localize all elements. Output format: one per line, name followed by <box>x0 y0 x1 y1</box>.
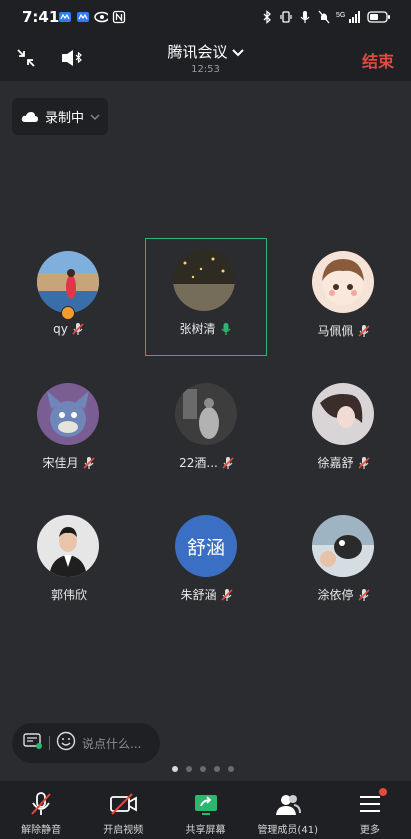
avatar <box>173 249 235 311</box>
page-dot[interactable] <box>214 766 220 772</box>
mic-muted-icon <box>357 456 371 470</box>
battery-icon <box>367 10 391 24</box>
mic-muted-icon <box>71 322 85 336</box>
members-icon <box>274 791 302 817</box>
manage-members-button[interactable]: 管理成员(41) <box>247 781 329 839</box>
unmute-button[interactable]: 解除静音 <box>0 781 82 839</box>
share-screen-icon <box>192 791 220 817</box>
video-off-icon <box>109 791 138 817</box>
participant-name: 张树清 <box>179 322 216 336</box>
emoji-icon[interactable] <box>56 731 76 755</box>
mic-muted-icon <box>220 588 234 602</box>
meeting-header: 腾讯会议 12:53 结束 <box>0 36 411 81</box>
participant-name: 22酒... <box>179 456 218 470</box>
participant-name: 徐嘉舒 <box>317 456 354 470</box>
participant-name-row: 22酒... <box>147 454 267 471</box>
vibrate-icon <box>279 10 293 24</box>
status-time: 7:41 <box>22 8 60 26</box>
svg-text:5G: 5G <box>336 12 345 19</box>
manage-members-label: 管理成员(41) <box>257 825 318 836</box>
bluetooth-icon <box>260 10 274 24</box>
start-video-label: 开启视频 <box>103 825 144 836</box>
avatar <box>37 515 99 577</box>
status-right-icons: 5G <box>260 10 391 24</box>
mic-off-icon <box>27 791 55 817</box>
signal-icon: 5G <box>336 10 362 24</box>
avatar <box>37 383 99 445</box>
avatar: 舒涵 <box>175 515 237 577</box>
mic-muted-icon <box>82 456 96 470</box>
participant-name: 涂依停 <box>317 588 354 602</box>
meeting-app-icon <box>76 10 90 24</box>
participant-name-row: 郭伟欣 <box>9 586 129 603</box>
share-screen-label: 共享屏幕 <box>185 825 226 836</box>
page-dot[interactable] <box>200 766 206 772</box>
avatar <box>175 383 237 445</box>
participant-name: 郭伟欣 <box>50 588 87 602</box>
more-button[interactable]: 更多 <box>329 781 411 839</box>
page-dot[interactable] <box>228 766 234 772</box>
mic-muted-icon <box>221 456 235 470</box>
participant-tile[interactable]: 22酒... <box>147 372 269 490</box>
chat-toggle-icon[interactable] <box>23 732 43 754</box>
participant-name: 朱舒涵 <box>180 588 217 602</box>
chat-placeholder[interactable]: 说点什么... <box>82 735 141 752</box>
bottom-toolbar: 解除静音 开启视频 共享屏幕 管理成员(41) 更多 <box>0 781 411 839</box>
recording-status[interactable]: 录制中 <box>12 98 108 135</box>
meeting-app-icon <box>58 10 72 24</box>
participant-tile[interactable]: 舒涵 朱舒涵 <box>147 504 269 622</box>
mic-muted-icon <box>357 588 371 602</box>
more-label: 更多 <box>359 825 380 836</box>
status-left-icons <box>58 10 126 24</box>
eye-icon <box>94 10 108 24</box>
end-meeting-button[interactable]: 结束 <box>362 48 394 72</box>
participant-name-row: 徐嘉舒 <box>284 454 404 471</box>
mute-icon <box>317 10 331 24</box>
participant-name-row: 宋佳月 <box>9 454 129 471</box>
recording-label: 录制中 <box>45 111 85 126</box>
status-bar: 7:41 5G <box>0 0 411 36</box>
host-badge-icon <box>61 306 75 320</box>
participant-name-row: qy <box>9 322 129 336</box>
mic-active-icon <box>219 322 233 336</box>
participant-name: 宋佳月 <box>42 456 79 470</box>
participant-tile[interactable]: 马佩佩 <box>284 240 406 358</box>
unmute-label: 解除静音 <box>21 825 62 836</box>
participant-name: qy <box>53 322 68 336</box>
avatar <box>37 251 99 313</box>
meeting-title-area[interactable]: 腾讯会议 12:53 <box>0 41 411 75</box>
participant-tile[interactable]: 宋佳月 <box>9 372 131 490</box>
participant-tile[interactable]: qy <box>9 240 131 358</box>
meeting-elapsed-time: 12:53 <box>191 64 220 75</box>
participant-name-row: 马佩佩 <box>284 322 404 339</box>
page-dot[interactable] <box>172 766 178 772</box>
participant-tile-active-speaker[interactable]: 张树清 <box>145 238 267 356</box>
page-indicator <box>172 766 234 772</box>
participant-name-row: 张树清 <box>146 320 266 337</box>
participant-name-row: 朱舒涵 <box>147 586 267 603</box>
participant-name-row: 涂依停 <box>284 586 404 603</box>
mic-muted-icon <box>357 324 371 338</box>
participant-tile[interactable]: 徐嘉舒 <box>284 372 406 490</box>
start-video-button[interactable]: 开启视频 <box>82 781 164 839</box>
chevron-down-icon <box>231 43 244 62</box>
avatar <box>312 251 374 313</box>
page-dot[interactable] <box>186 766 192 772</box>
avatar-initials: 舒涵 <box>186 536 225 559</box>
avatar <box>312 383 374 445</box>
avatar <box>312 515 374 577</box>
notification-dot <box>379 788 388 796</box>
meeting-title: 腾讯会议 <box>167 43 228 61</box>
mic-icon <box>298 10 312 24</box>
participant-name: 马佩佩 <box>317 324 354 338</box>
nfc-icon <box>112 10 126 24</box>
participant-tile[interactable]: 涂依停 <box>284 504 406 622</box>
cloud-icon <box>21 111 38 122</box>
participant-tile[interactable]: 郭伟欣 <box>9 504 131 622</box>
chat-input-bar[interactable]: 说点什么... <box>12 723 160 763</box>
divider <box>49 736 50 750</box>
chevron-down-icon <box>90 114 100 120</box>
share-screen-button[interactable]: 共享屏幕 <box>164 781 246 839</box>
